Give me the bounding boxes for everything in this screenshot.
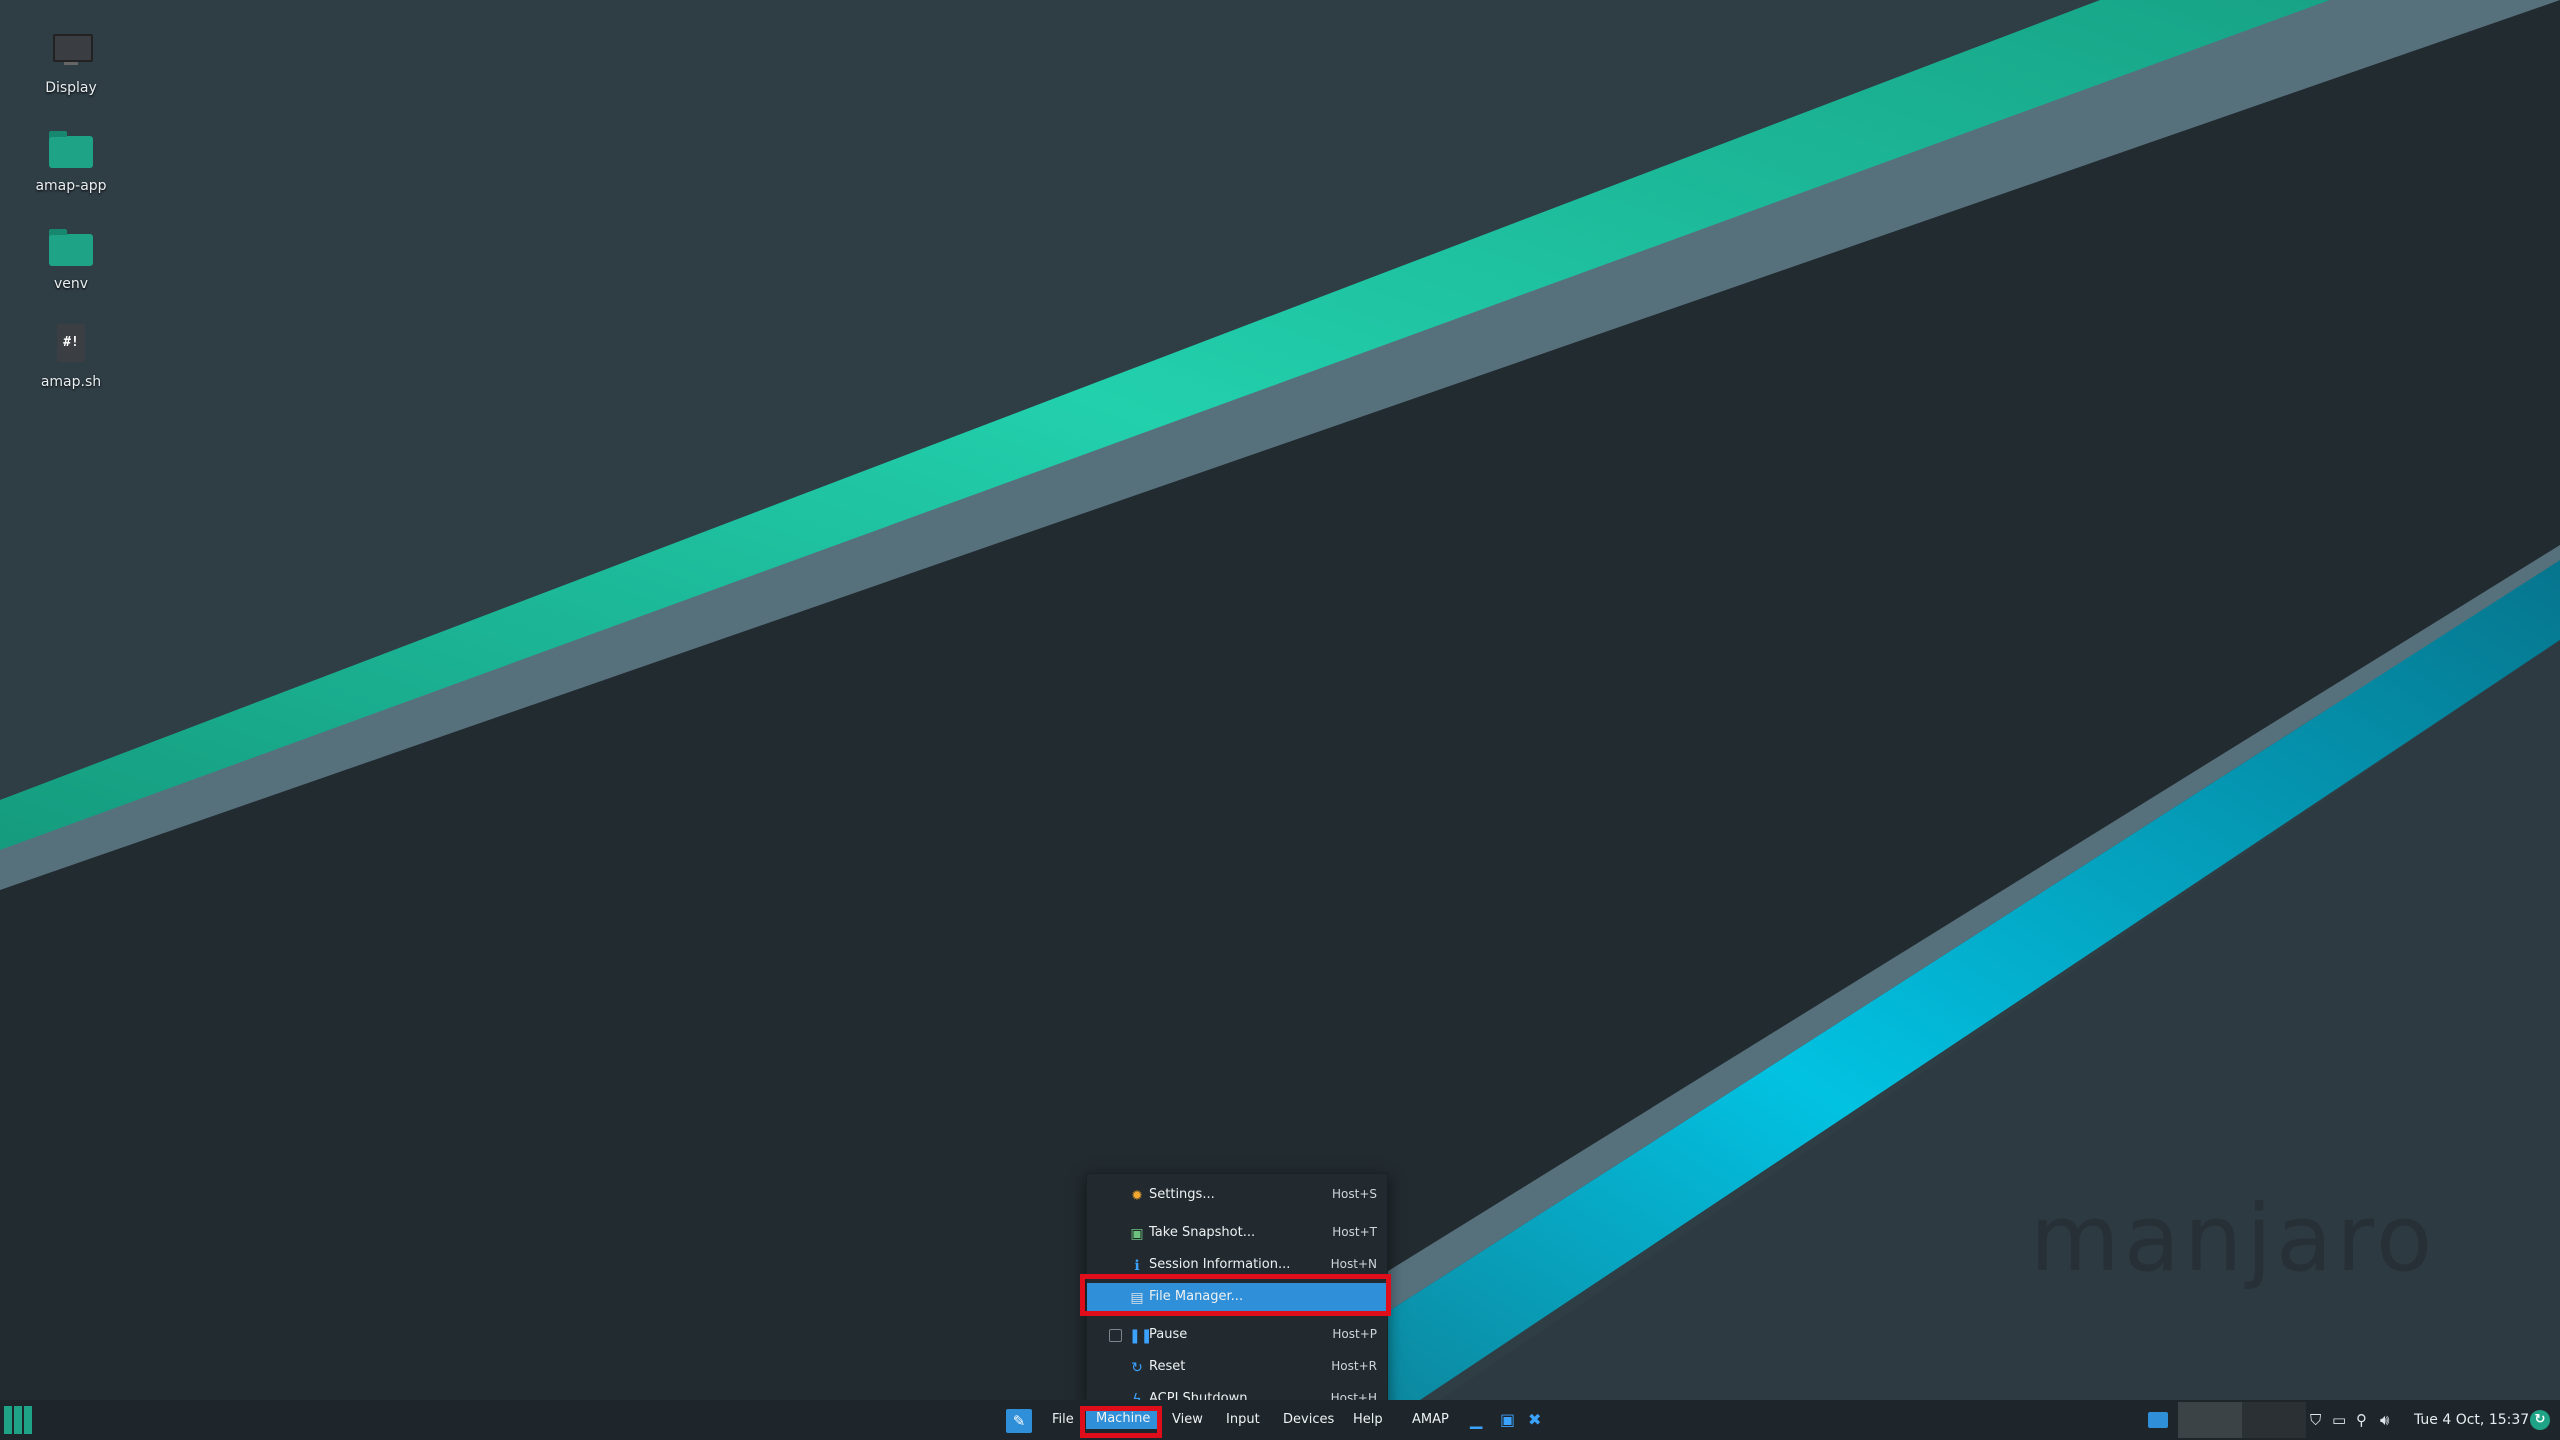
desktop-icon-label: amap-app — [35, 178, 107, 194]
monitor-icon — [47, 26, 95, 74]
menu-item-shortcut: Host+N — [1330, 1257, 1377, 1271]
menu-item-label: Session Information... — [1149, 1257, 1291, 1272]
close-icon[interactable]: ✖ — [1528, 1410, 1541, 1429]
menu-item-file-manager[interactable]: ▤ File Manager... — [1087, 1283, 1387, 1313]
desktop-icon-display[interactable]: Display — [20, 26, 122, 96]
pause-checkbox[interactable] — [1109, 1329, 1122, 1342]
menu-item-label: Pause — [1149, 1327, 1188, 1342]
shell-script-icon: #! — [47, 320, 95, 368]
menubar-devices[interactable]: Devices — [1283, 1412, 1334, 1427]
desktop-icon-amap-sh[interactable]: #! amap.sh — [20, 320, 122, 390]
menubar-help[interactable]: Help — [1353, 1412, 1383, 1427]
gear-icon: ✹ — [1131, 1188, 1143, 1204]
machine-menu: ✹ Settings... Host+S ▣ Take Snapshot... … — [1086, 1173, 1388, 1408]
volume-icon[interactable]: 🔊︎ — [2380, 1411, 2389, 1429]
menubar-file[interactable]: File — [1052, 1412, 1074, 1427]
menu-item-pause[interactable]: ❚❚ Pause Host+P — [1087, 1321, 1387, 1351]
workspace-2[interactable] — [2242, 1402, 2306, 1438]
clock[interactable]: Tue 4 Oct, 15:37 — [2414, 1412, 2529, 1428]
menubar-input[interactable]: Input — [1226, 1412, 1260, 1427]
folder-icon — [47, 222, 95, 270]
menu-item-label: Take Snapshot... — [1149, 1225, 1256, 1240]
workspace-1[interactable] — [2178, 1402, 2242, 1438]
file-manager-icon: ▤ — [1130, 1290, 1144, 1306]
workspace-pager[interactable] — [2178, 1402, 2308, 1438]
update-icon[interactable]: ↻ — [2530, 1410, 2550, 1430]
info-icon: ℹ — [1134, 1258, 1140, 1274]
chat-icon[interactable] — [2148, 1412, 2168, 1428]
minimize-icon[interactable]: ▁ — [1470, 1410, 1482, 1429]
desktop-icon-label: venv — [53, 276, 89, 292]
menu-item-shortcut: Host+S — [1332, 1187, 1377, 1201]
menu-item-session-information[interactable]: ℹ Session Information... Host+N — [1087, 1251, 1387, 1281]
menu-item-shortcut: Host+T — [1332, 1225, 1377, 1239]
app-title: AMAP — [1412, 1412, 1449, 1427]
app-launcher-button[interactable] — [4, 1406, 32, 1434]
menu-item-take-snapshot[interactable]: ▣ Take Snapshot... Host+T — [1087, 1219, 1387, 1249]
menubar-view[interactable]: View — [1172, 1412, 1203, 1427]
menu-item-settings[interactable]: ✹ Settings... Host+S — [1087, 1181, 1387, 1211]
menu-item-shortcut: Host+R — [1331, 1359, 1377, 1373]
pause-icon: ❚❚ — [1129, 1328, 1153, 1344]
manjaro-watermark: manjaro — [2030, 1185, 2437, 1292]
snapshot-icon: ▣ — [1130, 1226, 1144, 1242]
clipboard-icon[interactable]: ▭ — [2332, 1411, 2346, 1429]
desktop-icon-amap-app[interactable]: amap-app — [20, 124, 122, 194]
attachment-icon[interactable]: ⚲ — [2356, 1411, 2367, 1429]
maximize-icon[interactable]: ▣ — [1500, 1410, 1515, 1429]
menubar-machine[interactable]: Machine — [1086, 1408, 1161, 1429]
menu-item-reset[interactable]: ↻ Reset Host+R — [1087, 1353, 1387, 1383]
desktop-icon-venv[interactable]: venv — [20, 222, 122, 292]
menu-item-label: File Manager... — [1149, 1289, 1244, 1304]
folder-icon — [47, 124, 95, 172]
reset-icon: ↻ — [1131, 1360, 1143, 1376]
desktop-icon-label: Display — [45, 80, 97, 96]
menu-item-label: Settings... — [1149, 1187, 1215, 1202]
desktop-icon-label: amap.sh — [40, 374, 102, 390]
menu-item-shortcut: Host+P — [1332, 1327, 1377, 1341]
shield-icon[interactable]: ⛉ — [2310, 1411, 2321, 1429]
menu-item-label: Reset — [1149, 1359, 1186, 1374]
taskbar: ✎ File Machine View Input Devices Help A… — [0, 1400, 2560, 1440]
virtualbox-icon[interactable]: ✎ — [1006, 1409, 1032, 1433]
